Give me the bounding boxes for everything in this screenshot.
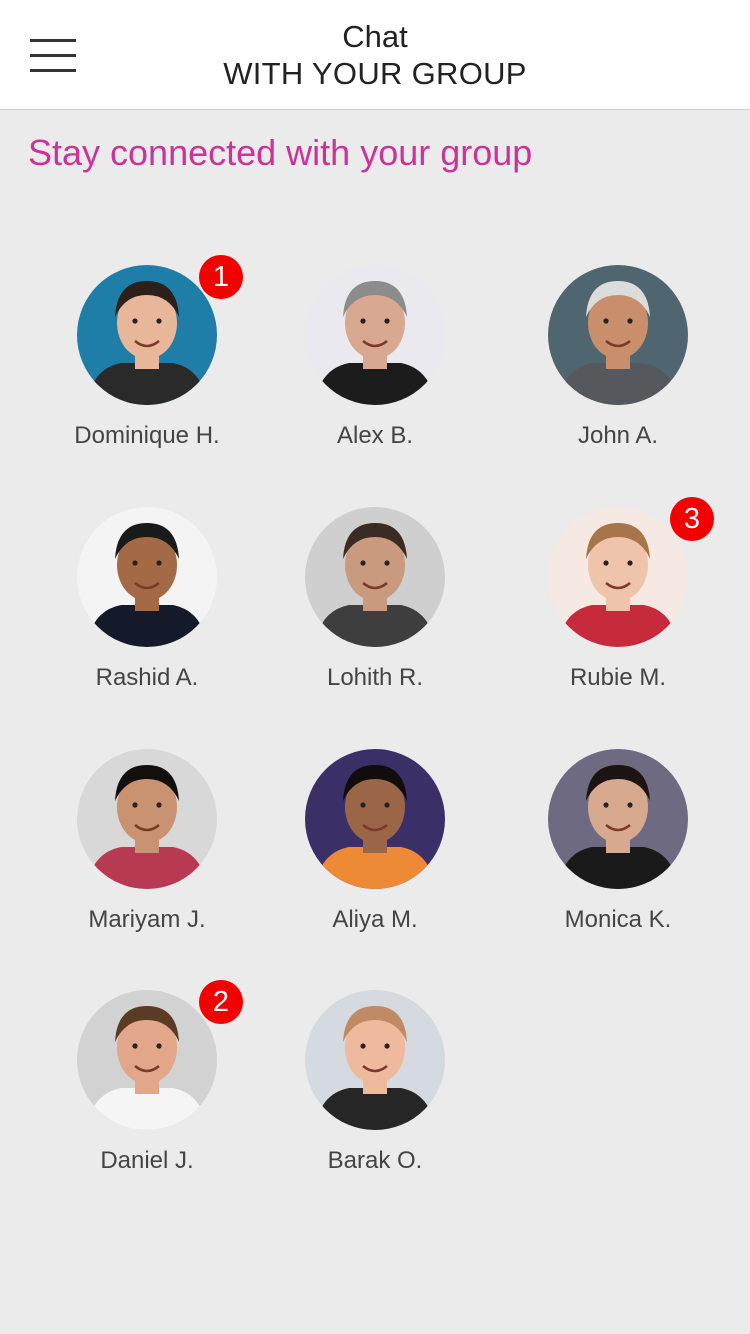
avatar [77,507,217,647]
avatar [77,990,217,1130]
unread-badge: 3 [670,497,714,541]
avatar [77,265,217,405]
contact-name: Lohith R. [326,664,424,691]
contact-name: Monica K. [564,906,672,933]
contact-item[interactable]: Mariyam J. [47,749,247,969]
contact-item[interactable]: Monica K. [518,749,718,969]
avatar [548,507,688,647]
contact-name: Barak O. [327,1147,423,1174]
avatar [305,749,445,889]
contact-item[interactable]: Rashid A. [47,507,247,727]
contact-name: Daniel J. [100,1147,194,1174]
unread-badge: 2 [199,980,243,1024]
contact-item[interactable]: Barak O. [275,990,475,1210]
unread-badge: 1 [199,255,243,299]
contact-item[interactable]: John A. [518,265,718,485]
contact-item[interactable]: Lohith R. [275,507,475,727]
contact-name: Dominique H. [74,422,220,449]
page-subtitle: WITH YOUR GROUP [223,56,527,91]
page-title: Chat [342,19,408,54]
contact-name: Mariyam J. [88,906,206,933]
contact-item[interactable]: Rubie M. 3 [518,497,718,727]
avatar [305,507,445,647]
avatar [305,265,445,405]
avatar [305,990,445,1130]
contact-name: Rashid A. [95,664,199,691]
contact-item[interactable]: Daniel J. 2 [47,980,247,1210]
avatar [548,749,688,889]
contact-name: John A. [577,422,659,449]
tagline: Stay connected with your group [28,132,533,173]
contact-item[interactable]: Alex B. [275,265,475,485]
app-header: Chat WITH YOUR GROUP [0,0,750,110]
avatar [77,749,217,889]
avatar [548,265,688,405]
contact-name: Aliya M. [332,906,418,933]
contact-name: Alex B. [336,422,414,449]
contact-item[interactable]: Aliya M. [275,749,475,969]
contact-item[interactable]: Dominique H. 1 [47,255,247,485]
contact-name: Rubie M. [569,664,667,691]
